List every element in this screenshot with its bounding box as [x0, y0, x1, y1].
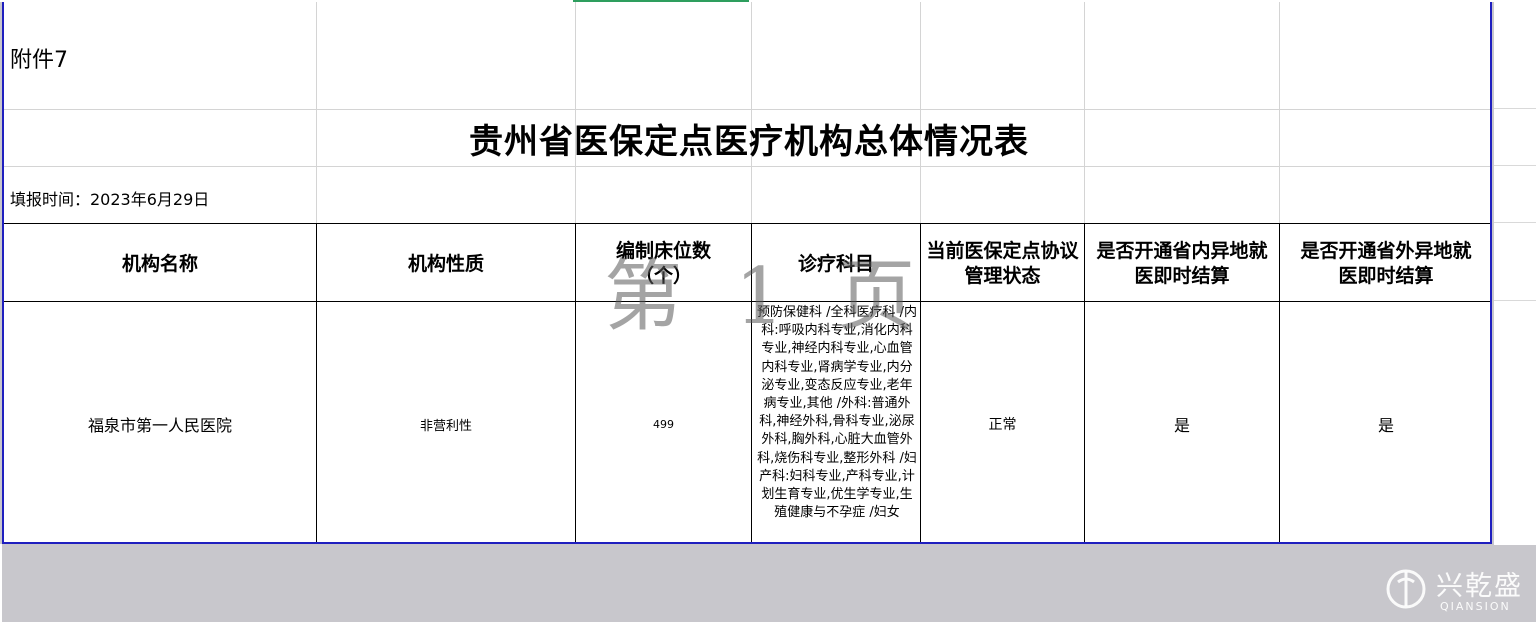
- sheet-right-gutter: [1494, 0, 1536, 545]
- header-departments[interactable]: 诊疗科目: [752, 226, 920, 302]
- cell-bed-count[interactable]: 499: [576, 304, 751, 542]
- brand-name-cn: 兴乾盛: [1436, 571, 1523, 602]
- page-title[interactable]: 贵州省医保定点医疗机构总体情况表: [4, 114, 1490, 170]
- print-page: 附件7 贵州省医保定点医疗机构总体情况表 填报时间：2023年6月29日 机构名…: [2, 2, 1492, 544]
- cell-institution-nature[interactable]: 非营利性: [317, 304, 575, 542]
- fill-date[interactable]: 填报时间：2023年6月29日: [10, 186, 209, 210]
- header-institution-name[interactable]: 机构名称: [4, 226, 316, 302]
- header-agreement-status[interactable]: 当前医保定点协议管理状态: [921, 226, 1084, 302]
- header-bed-count[interactable]: 编制床位数（个）: [576, 226, 751, 302]
- sheet-left-edge: [0, 544, 2, 622]
- brand-name-en: QIANSION: [1440, 600, 1511, 613]
- brand-mark-icon: [1386, 569, 1426, 609]
- header-in-province-settlement[interactable]: 是否开通省内异地就医即时结算: [1085, 226, 1279, 302]
- cell-in-province-settlement[interactable]: 是: [1085, 304, 1279, 542]
- attachment-label[interactable]: 附件7: [10, 42, 68, 74]
- cell-out-province-settlement[interactable]: 是: [1280, 304, 1490, 542]
- cell-departments[interactable]: 预防保健科 /全科医疗科 /内科:呼吸内科专业,消化内科专业,神经内科专业,心血…: [753, 304, 921, 542]
- brand-logo: 兴乾盛 QIANSION: [1378, 560, 1536, 620]
- cell-agreement-status[interactable]: 正常: [921, 304, 1084, 542]
- header-institution-nature[interactable]: 机构性质: [317, 226, 575, 302]
- cell-institution-name[interactable]: 福泉市第一人民医院: [4, 304, 316, 542]
- spreadsheet-view: 附件7 贵州省医保定点医疗机构总体情况表 填报时间：2023年6月29日 机构名…: [0, 0, 1536, 622]
- header-out-province-settlement[interactable]: 是否开通省外异地就医即时结算: [1280, 226, 1490, 302]
